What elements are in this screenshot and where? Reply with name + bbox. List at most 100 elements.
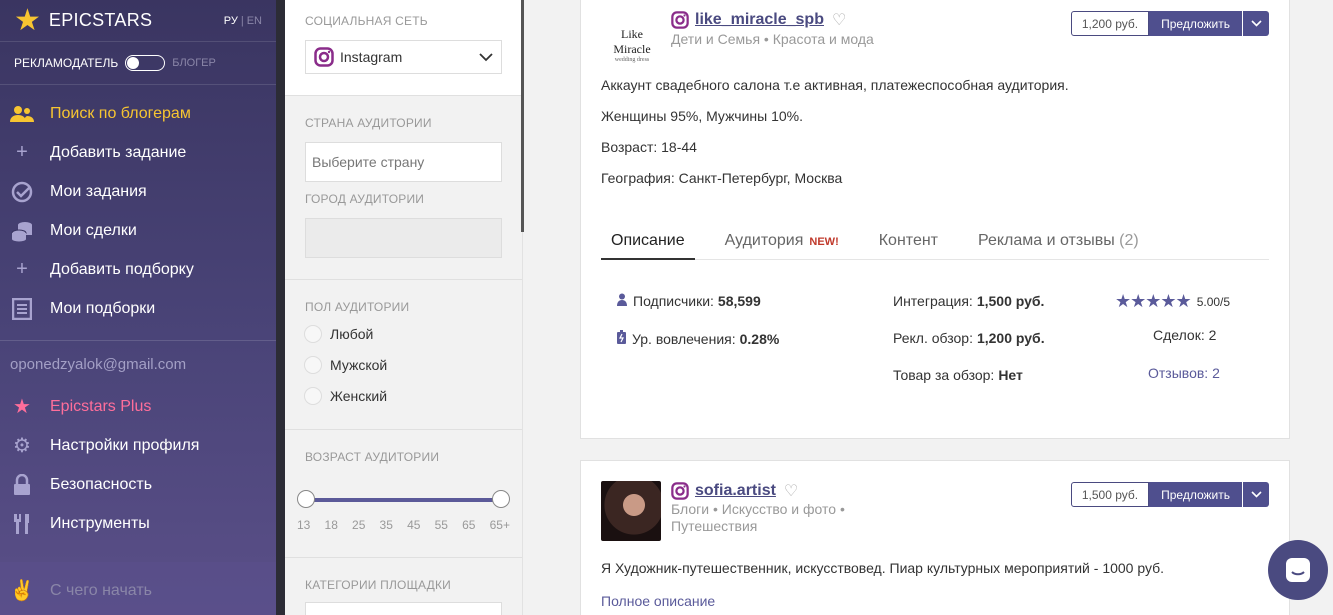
nav-label: Добавить подборку bbox=[50, 260, 194, 278]
nav-label: Мои задания bbox=[50, 182, 147, 200]
lang-en[interactable]: EN bbox=[247, 15, 262, 27]
lang-ru[interactable]: РУ bbox=[224, 15, 238, 27]
chevron-down-icon bbox=[1250, 20, 1262, 27]
heart-icon[interactable]: ♡ bbox=[832, 10, 846, 30]
filter-network: СОЦИАЛЬНАЯ СЕТЬ Instagram bbox=[285, 0, 522, 96]
person-icon bbox=[617, 293, 627, 309]
deals-count: Сделок: 2 bbox=[1153, 327, 1217, 343]
stat-integration: Интеграция: 1,500 руб. bbox=[893, 293, 1044, 309]
age-tick: 65+ bbox=[489, 518, 510, 532]
card-tabs: Описание Аудитория NEW! Контент Реклама и… bbox=[601, 227, 1269, 260]
tab-ads-reviews[interactable]: Реклама и отзывы (2) bbox=[968, 227, 1149, 260]
reviews-link[interactable]: Отзывов: 2 bbox=[1148, 365, 1220, 381]
blogger-avatar[interactable] bbox=[601, 481, 661, 541]
stat-label: Товар за обзор: bbox=[893, 367, 995, 383]
tab-description[interactable]: Описание bbox=[601, 227, 695, 260]
instagram-icon bbox=[671, 482, 689, 500]
offer-price: 1,500 руб. bbox=[1070, 482, 1150, 507]
plus-icon: + bbox=[16, 258, 28, 280]
nav-add-collection[interactable]: + Добавить подборку bbox=[0, 250, 276, 289]
description-line: Возраст: 18-44 bbox=[601, 139, 697, 155]
filter-panel: СОЦИАЛЬНАЯ СЕТЬ Instagram СТРАНА АУДИТОР… bbox=[285, 0, 523, 615]
nav-my-collections[interactable]: Мои подборки bbox=[0, 289, 276, 328]
age-tick: 18 bbox=[324, 518, 338, 532]
stat-ad-review: Рекл. обзор: 1,200 руб. bbox=[893, 330, 1045, 346]
language-switcher: РУ | EN bbox=[223, 14, 262, 27]
network-value: Instagram bbox=[340, 49, 403, 65]
chevron-down-icon bbox=[1250, 491, 1262, 498]
tab-label: Реклама и отзывы bbox=[978, 232, 1115, 249]
offer-button[interactable]: Предложить bbox=[1149, 482, 1242, 507]
nav-epicstars-plus[interactable]: ★ Epicstars Plus bbox=[0, 387, 276, 426]
heart-icon[interactable]: ♡ bbox=[784, 481, 798, 501]
sidebar-edge bbox=[276, 0, 285, 615]
age-tick: 13 bbox=[297, 518, 311, 532]
blogger-avatar[interactable]: Like Miracle wedding dress bbox=[601, 13, 663, 63]
nav-label: Инструменты bbox=[50, 514, 150, 532]
nav-tools[interactable]: Инструменты bbox=[0, 504, 276, 543]
full-description-link[interactable]: Полное описание bbox=[601, 593, 715, 609]
stat-value: 0.28% bbox=[739, 330, 780, 347]
gender-radio-male[interactable]: Мужской bbox=[304, 349, 502, 380]
chat-launcher[interactable] bbox=[1268, 540, 1328, 600]
blogger-description: Я Художник-путешественник, искусствовед.… bbox=[601, 560, 1165, 576]
city-input[interactable] bbox=[305, 218, 502, 258]
users-icon bbox=[10, 102, 34, 126]
list-icon bbox=[10, 297, 34, 321]
filter-label: ГОРОД АУДИТОРИИ bbox=[305, 192, 425, 206]
tab-content[interactable]: Контент bbox=[869, 227, 948, 260]
age-tick: 45 bbox=[407, 518, 421, 532]
nav-profile-settings[interactable]: ⚙ Настройки профиля bbox=[0, 426, 276, 465]
blogger-description: Аккаунт свадебного салона т.е активная, … bbox=[601, 76, 1069, 200]
blogger-username-link[interactable]: sofia.artist bbox=[695, 482, 776, 500]
filter-label: ВОЗРАСТ АУДИТОРИИ bbox=[305, 450, 440, 464]
age-tick: 65 bbox=[462, 518, 476, 532]
mode-toggle[interactable] bbox=[125, 55, 166, 71]
nav-my-tasks[interactable]: Мои задания bbox=[0, 172, 276, 211]
nav-search-bloggers[interactable]: Поиск по блогерам bbox=[0, 94, 276, 133]
network-select[interactable]: Instagram bbox=[305, 40, 502, 74]
nav-security[interactable]: Безопасность bbox=[0, 465, 276, 504]
offer-button[interactable]: Предложить bbox=[1149, 11, 1242, 36]
filter-label: КАТЕГОРИИ ПЛОЩАДКИ bbox=[305, 578, 451, 592]
offer-dropdown[interactable] bbox=[1243, 11, 1269, 36]
tab-audience[interactable]: Аудитория NEW! bbox=[715, 227, 849, 260]
instagram-icon bbox=[314, 47, 334, 67]
categories-input[interactable] bbox=[305, 602, 502, 615]
brand-name[interactable]: EPICSTARS bbox=[49, 10, 152, 31]
age-range-slider[interactable] bbox=[297, 490, 510, 510]
stat-goods-review: Товар за обзор: Нет bbox=[893, 367, 1023, 383]
offer-dropdown[interactable] bbox=[1243, 482, 1269, 507]
blogger-username-link[interactable]: like_miracle_spb bbox=[695, 11, 824, 29]
blogger-card: sofia.artist ♡ Блоги • Искусство и фото … bbox=[580, 460, 1290, 615]
filter-categories: КАТЕГОРИИ ПЛОЩАДКИ bbox=[285, 558, 522, 615]
filter-label: СТРАНА АУДИТОРИИ bbox=[305, 116, 432, 130]
slider-track bbox=[305, 498, 502, 502]
nav-label: С чего начать bbox=[50, 581, 152, 599]
offer-group: 1,200 руб. Предложить bbox=[1070, 11, 1269, 36]
filter-age: ВОЗРАСТ АУДИТОРИИ 13 18 25 35 45 55 65 6… bbox=[285, 430, 522, 558]
nav-my-deals[interactable]: Мои сделки bbox=[0, 211, 276, 250]
blogger-card: Like Miracle wedding dress like_miracle_… bbox=[580, 0, 1290, 439]
mode-advertiser-label: РЕКЛАМОДАТЕЛЬ bbox=[14, 56, 119, 70]
stat-value: 1,200 руб. bbox=[976, 330, 1045, 346]
description-line: Аккаунт свадебного салона т.е активная, … bbox=[601, 77, 1069, 93]
stat-value: 1,500 руб. bbox=[976, 293, 1045, 309]
hand-icon: ✌ bbox=[9, 580, 35, 602]
offer-group: 1,500 руб. Предложить bbox=[1070, 482, 1269, 507]
slider-handle-min[interactable] bbox=[297, 490, 315, 508]
slider-handle-max[interactable] bbox=[492, 490, 510, 508]
nav-getting-started[interactable]: ✌ С чего начать bbox=[0, 571, 152, 610]
filter-label: СОЦИАЛЬНАЯ СЕТЬ bbox=[305, 14, 428, 28]
offer-price: 1,200 руб. bbox=[1070, 11, 1150, 36]
coins-icon bbox=[10, 219, 34, 243]
gender-radio-any[interactable]: Любой bbox=[304, 318, 502, 349]
gender-radio-female[interactable]: Женский bbox=[304, 380, 502, 411]
sidebar: ★ EPICSTARS РУ | EN РЕКЛАМОДАТЕЛЬ БЛОГЕР П… bbox=[0, 0, 276, 615]
blogger-categories: Дети и Семья • Красота и мода bbox=[671, 31, 874, 47]
plus-icon: + bbox=[16, 141, 28, 163]
stat-label: Подписчики: bbox=[633, 293, 714, 309]
nav-add-task[interactable]: + Добавить задание bbox=[0, 133, 276, 172]
instagram-icon bbox=[671, 11, 689, 29]
country-input[interactable]: Выберите страну bbox=[305, 142, 502, 182]
